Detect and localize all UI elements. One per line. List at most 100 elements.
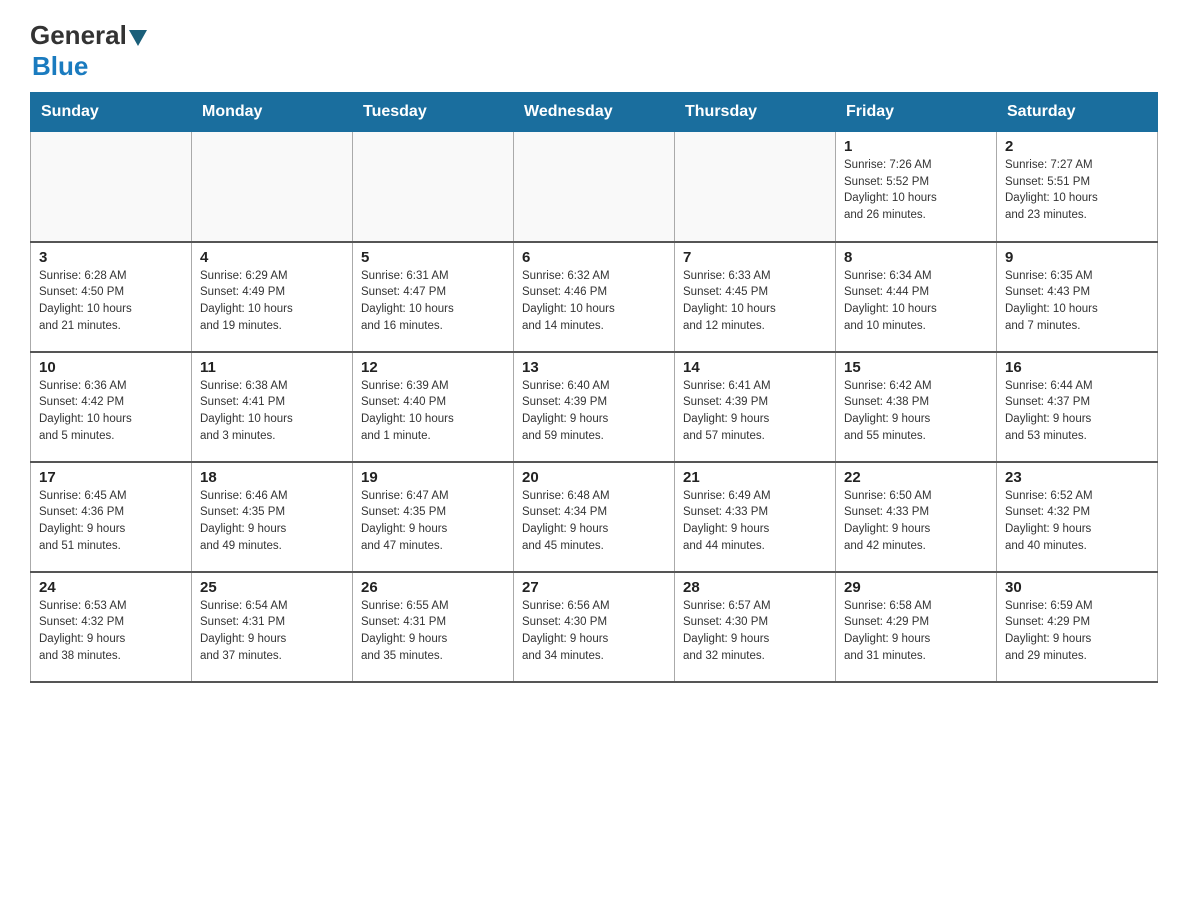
day-number: 2 <box>1005 138 1149 155</box>
day-number: 1 <box>844 138 988 155</box>
day-info: Sunrise: 6:36 AM Sunset: 4:42 PM Dayligh… <box>39 378 183 445</box>
calendar-cell: 9 Sunrise: 6:35 AM Sunset: 4:43 PM Daylig… <box>997 242 1158 352</box>
day-number: 16 <box>1005 359 1149 376</box>
day-info: Sunrise: 6:28 AM Sunset: 4:50 PM Dayligh… <box>39 268 183 335</box>
calendar-cell: 5Sunrise: 6:31 AM Sunset: 4:47 PM Daylig… <box>353 242 514 352</box>
day-info: Sunrise: 6:59 AM Sunset: 4:29 PM Dayligh… <box>1005 598 1149 665</box>
day-number: 6 <box>522 249 666 266</box>
day-info: Sunrise: 6:41 AM Sunset: 4:39 PM Dayligh… <box>683 378 827 445</box>
calendar-week-row: 17 Sunrise: 6:45 AM Sunset: 4:36 PM Dayli… <box>31 462 1158 572</box>
weekday-header-saturday: Saturday <box>997 93 1158 132</box>
day-number: 9 <box>1005 249 1149 266</box>
day-number: 7 <box>683 249 827 266</box>
calendar-cell: 23Sunrise: 6:52 AM Sunset: 4:32 PM Dayli… <box>997 462 1158 572</box>
day-info: Sunrise: 7:27 AM Sunset: 5:51 PM Dayligh… <box>1005 157 1149 224</box>
calendar-cell: 15Sunrise: 6:42 AM Sunset: 4:38 PM Dayli… <box>836 352 997 462</box>
calendar-table: SundayMondayTuesdayWednesdayThursdayFrid… <box>30 92 1158 683</box>
day-info: Sunrise: 6:53 AM Sunset: 4:32 PM Dayligh… <box>39 598 183 665</box>
day-number: 14 <box>683 359 827 376</box>
calendar-cell: 27 Sunrise: 6:56 AM Sunset: 4:30 PM Dayli… <box>514 572 675 682</box>
logo-general-text: General <box>30 20 127 51</box>
calendar-week-row: 10 Sunrise: 6:36 AM Sunset: 4:42 PM Dayli… <box>31 352 1158 462</box>
day-number: 18 <box>200 469 344 486</box>
day-number: 24 <box>39 579 183 596</box>
day-number: 30 <box>1005 579 1149 596</box>
calendar-cell: 25 Sunrise: 6:54 AM Sunset: 4:31 PM Dayli… <box>192 572 353 682</box>
day-info: Sunrise: 6:29 AM Sunset: 4:49 PM Dayligh… <box>200 268 344 335</box>
day-info: Sunrise: 6:45 AM Sunset: 4:36 PM Dayligh… <box>39 488 183 555</box>
day-info: Sunrise: 6:46 AM Sunset: 4:35 PM Dayligh… <box>200 488 344 555</box>
logo: General Blue <box>30 20 147 82</box>
day-number: 20 <box>522 469 666 486</box>
day-number: 21 <box>683 469 827 486</box>
day-number: 4 <box>200 249 344 266</box>
day-info: Sunrise: 6:40 AM Sunset: 4:39 PM Dayligh… <box>522 378 666 445</box>
day-number: 11 <box>200 359 344 376</box>
calendar-cell: 13 Sunrise: 6:40 AM Sunset: 4:39 PM Dayli… <box>514 352 675 462</box>
day-info: Sunrise: 6:50 AM Sunset: 4:33 PM Dayligh… <box>844 488 988 555</box>
weekday-header-wednesday: Wednesday <box>514 93 675 132</box>
calendar-cell: 30 Sunrise: 6:59 AM Sunset: 4:29 PM Dayli… <box>997 572 1158 682</box>
calendar-cell: 3Sunrise: 6:28 AM Sunset: 4:50 PM Daylig… <box>31 242 192 352</box>
calendar-cell <box>675 132 836 242</box>
day-info: Sunrise: 6:47 AM Sunset: 4:35 PM Dayligh… <box>361 488 505 555</box>
calendar-cell: 7 Sunrise: 6:33 AM Sunset: 4:45 PM Daylig… <box>675 242 836 352</box>
logo-triangle-icon <box>129 30 147 46</box>
day-info: Sunrise: 6:38 AM Sunset: 4:41 PM Dayligh… <box>200 378 344 445</box>
calendar-cell <box>192 132 353 242</box>
day-number: 10 <box>39 359 183 376</box>
weekday-header-row: SundayMondayTuesdayWednesdayThursdayFrid… <box>31 93 1158 132</box>
calendar-cell: 16 Sunrise: 6:44 AM Sunset: 4:37 PM Dayli… <box>997 352 1158 462</box>
calendar-cell: 6 Sunrise: 6:32 AM Sunset: 4:46 PM Daylig… <box>514 242 675 352</box>
calendar-cell: 10 Sunrise: 6:36 AM Sunset: 4:42 PM Dayli… <box>31 352 192 462</box>
calendar-cell <box>353 132 514 242</box>
day-info: Sunrise: 6:49 AM Sunset: 4:33 PM Dayligh… <box>683 488 827 555</box>
weekday-header-thursday: Thursday <box>675 93 836 132</box>
calendar-week-row: 1 Sunrise: 7:26 AM Sunset: 5:52 PM Daylig… <box>31 132 1158 242</box>
calendar-week-row: 3Sunrise: 6:28 AM Sunset: 4:50 PM Daylig… <box>31 242 1158 352</box>
day-info: Sunrise: 6:35 AM Sunset: 4:43 PM Dayligh… <box>1005 268 1149 335</box>
calendar-cell: 17 Sunrise: 6:45 AM Sunset: 4:36 PM Dayli… <box>31 462 192 572</box>
day-number: 25 <box>200 579 344 596</box>
day-number: 27 <box>522 579 666 596</box>
day-info: Sunrise: 6:48 AM Sunset: 4:34 PM Dayligh… <box>522 488 666 555</box>
calendar-cell: 4 Sunrise: 6:29 AM Sunset: 4:49 PM Daylig… <box>192 242 353 352</box>
calendar-cell <box>514 132 675 242</box>
calendar-week-row: 24 Sunrise: 6:53 AM Sunset: 4:32 PM Dayli… <box>31 572 1158 682</box>
calendar-cell: 11 Sunrise: 6:38 AM Sunset: 4:41 PM Dayli… <box>192 352 353 462</box>
day-number: 12 <box>361 359 505 376</box>
calendar-cell: 14 Sunrise: 6:41 AM Sunset: 4:39 PM Dayli… <box>675 352 836 462</box>
day-info: Sunrise: 6:33 AM Sunset: 4:45 PM Dayligh… <box>683 268 827 335</box>
calendar-cell: 20 Sunrise: 6:48 AM Sunset: 4:34 PM Dayli… <box>514 462 675 572</box>
page-header: General Blue <box>30 20 1158 82</box>
calendar-cell: 28Sunrise: 6:57 AM Sunset: 4:30 PM Dayli… <box>675 572 836 682</box>
calendar-cell: 12 Sunrise: 6:39 AM Sunset: 4:40 PM Dayli… <box>353 352 514 462</box>
day-info: Sunrise: 6:56 AM Sunset: 4:30 PM Dayligh… <box>522 598 666 665</box>
day-info: Sunrise: 6:57 AM Sunset: 4:30 PM Dayligh… <box>683 598 827 665</box>
day-info: Sunrise: 6:34 AM Sunset: 4:44 PM Dayligh… <box>844 268 988 335</box>
day-info: Sunrise: 6:31 AM Sunset: 4:47 PM Dayligh… <box>361 268 505 335</box>
day-number: 15 <box>844 359 988 376</box>
day-number: 26 <box>361 579 505 596</box>
weekday-header-sunday: Sunday <box>31 93 192 132</box>
calendar-cell: 22 Sunrise: 6:50 AM Sunset: 4:33 PM Dayli… <box>836 462 997 572</box>
day-number: 22 <box>844 469 988 486</box>
day-info: Sunrise: 6:54 AM Sunset: 4:31 PM Dayligh… <box>200 598 344 665</box>
day-info: Sunrise: 7:26 AM Sunset: 5:52 PM Dayligh… <box>844 157 988 224</box>
calendar-cell: 2 Sunrise: 7:27 AM Sunset: 5:51 PM Daylig… <box>997 132 1158 242</box>
weekday-header-tuesday: Tuesday <box>353 93 514 132</box>
day-info: Sunrise: 6:39 AM Sunset: 4:40 PM Dayligh… <box>361 378 505 445</box>
day-info: Sunrise: 6:44 AM Sunset: 4:37 PM Dayligh… <box>1005 378 1149 445</box>
day-number: 19 <box>361 469 505 486</box>
day-number: 17 <box>39 469 183 486</box>
calendar-cell <box>31 132 192 242</box>
day-info: Sunrise: 6:52 AM Sunset: 4:32 PM Dayligh… <box>1005 488 1149 555</box>
calendar-cell: 21 Sunrise: 6:49 AM Sunset: 4:33 PM Dayli… <box>675 462 836 572</box>
calendar-cell: 8Sunrise: 6:34 AM Sunset: 4:44 PM Daylig… <box>836 242 997 352</box>
day-info: Sunrise: 6:32 AM Sunset: 4:46 PM Dayligh… <box>522 268 666 335</box>
day-info: Sunrise: 6:55 AM Sunset: 4:31 PM Dayligh… <box>361 598 505 665</box>
calendar-cell: 29Sunrise: 6:58 AM Sunset: 4:29 PM Dayli… <box>836 572 997 682</box>
calendar-cell: 19 Sunrise: 6:47 AM Sunset: 4:35 PM Dayli… <box>353 462 514 572</box>
calendar-cell: 18 Sunrise: 6:46 AM Sunset: 4:35 PM Dayli… <box>192 462 353 572</box>
day-number: 13 <box>522 359 666 376</box>
